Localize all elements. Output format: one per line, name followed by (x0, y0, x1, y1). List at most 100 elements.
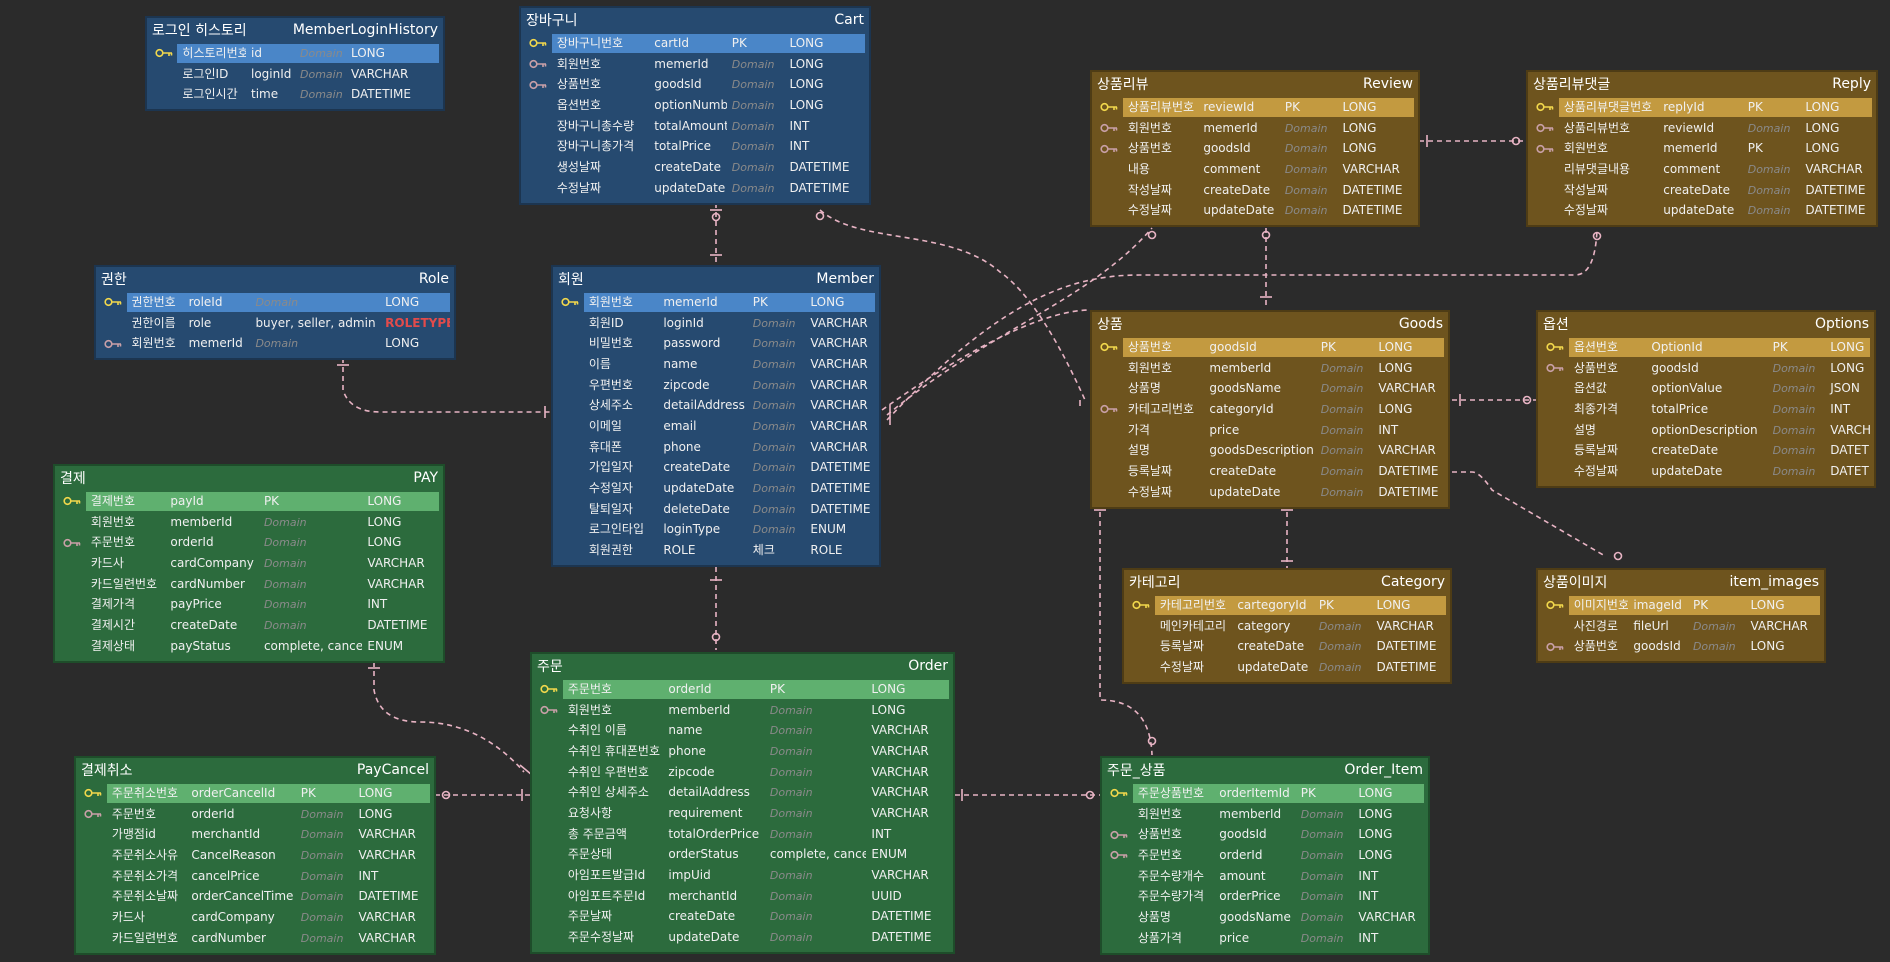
primary-key-row[interactable]: 이미지번호 imageId PK LONG (1542, 595, 1821, 616)
attribute-row[interactable]: 휴대폰 phone Domain VARCHAR (557, 437, 875, 458)
attribute-row[interactable]: 주문수량가격 orderPrice Domain INT (1106, 886, 1424, 907)
attribute-row[interactable]: 비밀번호 password Domain VARCHAR (557, 333, 875, 354)
primary-key-row[interactable]: 회원번호 memerId PK LONG (557, 292, 875, 313)
entity-cart[interactable]: 장바구니 Cart 장바구니번호 cartId PK LONG 회원번호 memerId Dom… (519, 6, 871, 205)
attribute-row[interactable]: 상품가격 price Domain INT (1106, 928, 1424, 949)
attribute-row[interactable]: 주문날짜 createDate Domain DATETIME (536, 907, 949, 928)
primary-key-row[interactable]: 주문상품번호 orderItemId PK LONG (1106, 783, 1424, 804)
attribute-row[interactable]: 상품번호 goodsId Domain LONG (1542, 358, 1870, 379)
attribute-row[interactable]: 회원번호 memerId Domain LONG (1096, 118, 1414, 139)
attribute-row[interactable]: 상세주소 detailAddress Domain VARCHAR (557, 395, 875, 416)
entity-loginhistory[interactable]: 로그인 히스토리 MemberLoginHistory 히스토리번호 id Domain… (145, 16, 445, 112)
attribute-row[interactable]: 리뷰댓글내용 comment Domain VARCHAR (1532, 159, 1872, 180)
attribute-row[interactable]: 주문번호 orderId Domain LONG (59, 532, 439, 553)
attribute-row[interactable]: 카드사 cardCompany Domain VARCHAR (80, 907, 430, 928)
attribute-row[interactable]: 가격 price Domain INT (1096, 420, 1444, 441)
attribute-row[interactable]: 수취인 휴대폰번호 phone Domain VARCHAR (536, 741, 949, 762)
attribute-row[interactable]: 내용 comment Domain VARCHAR (1096, 159, 1414, 180)
attribute-row[interactable]: 수정날짜 updateDate Domain DATETIME (1542, 461, 1870, 482)
primary-key-row[interactable]: 상품리뷰댓글번호 replyId PK LONG (1532, 97, 1872, 118)
attribute-row[interactable]: 회원번호 memerId Domain LONG (525, 54, 865, 75)
entity-role[interactable]: 권한 Role 권한번호 roleId Domain LONG 권한이름 role buyer,… (94, 265, 456, 361)
attribute-row[interactable]: 상품번호 goodsId Domain LONG (1096, 138, 1414, 159)
attribute-row[interactable]: 로그인시간 time Domain DATETIME (151, 84, 439, 105)
attribute-row[interactable]: 주문수정날짜 updateDate Domain DATETIME (536, 927, 949, 948)
attribute-row[interactable]: 옵션값 optionValue Domain JSON (1542, 378, 1870, 399)
attribute-row[interactable]: 주문취소가격 cancelPrice Domain INT (80, 866, 430, 887)
attribute-row[interactable]: 수취인 이름 name Domain VARCHAR (536, 720, 949, 741)
primary-key-row[interactable]: 상품번호 goodsId PK LONG (1096, 337, 1444, 358)
primary-key-row[interactable]: 결제번호 payId PK LONG (59, 491, 439, 512)
attribute-row[interactable]: 수정날짜 updateDate Domain DATETIME (1532, 200, 1872, 221)
attribute-row[interactable]: 회원번호 memberId Domain LONG (59, 512, 439, 533)
attribute-row[interactable]: 카드일련번호 cardNumber Domain VARCHAR (80, 928, 430, 949)
primary-key-row[interactable]: 히스토리번호 id Domain LONG (151, 43, 439, 64)
attribute-row[interactable]: 권한이름 role buyer, seller, admin ROLETYPE (100, 313, 450, 334)
attribute-row[interactable]: 설명 optionDescription Domain VARCHAR (1542, 420, 1870, 441)
primary-key-row[interactable]: 장바구니번호 cartId PK LONG (525, 33, 865, 54)
attribute-row[interactable]: 주문취소날짜 orderCancelTime Domain DATETIME (80, 886, 430, 907)
attribute-row[interactable]: 주문취소사유 CancelReason Domain VARCHAR (80, 845, 430, 866)
primary-key-row[interactable]: 카테고리번호 cartegoryId PK LONG (1128, 595, 1446, 616)
attribute-row[interactable]: 카드일련번호 cardNumber Domain VARCHAR (59, 574, 439, 595)
entity-goods[interactable]: 상품 Goods 상품번호 goodsId PK LONG 회원번호 memberId Doma… (1090, 310, 1450, 509)
attribute-row[interactable]: 메인카테고리 category Domain VARCHAR (1128, 616, 1446, 637)
attribute-row[interactable]: 생성날짜 createDate Domain DATETIME (525, 157, 865, 178)
attribute-row[interactable]: 주문수량개수 amount Domain INT (1106, 866, 1424, 887)
attribute-row[interactable]: 이름 name Domain VARCHAR (557, 354, 875, 375)
attribute-row[interactable]: 회원번호 memerId Domain LONG (100, 333, 450, 354)
attribute-row[interactable]: 로그인타입 loginType Domain ENUM (557, 520, 875, 541)
attribute-row[interactable]: 아임포트주문Id merchantId Domain UUID (536, 886, 949, 907)
attribute-row[interactable]: 수정날짜 updateDate Domain DATETIME (1128, 657, 1446, 678)
attribute-row[interactable]: 수정날짜 updateDate Domain DATETIME (1096, 200, 1414, 221)
attribute-row[interactable]: 등록날짜 createDate Domain DATETIME (1542, 440, 1870, 461)
attribute-row[interactable]: 아임포트발급Id impUid Domain VARCHAR (536, 865, 949, 886)
attribute-row[interactable]: 옵션번호 optionNumber Domain LONG (525, 95, 865, 116)
attribute-row[interactable]: 수취인 상세주소 detailAddress Domain VARCHAR (536, 782, 949, 803)
attribute-row[interactable]: 주문번호 orderId Domain LONG (1106, 845, 1424, 866)
attribute-row[interactable]: 요청사항 requirement Domain VARCHAR (536, 803, 949, 824)
attribute-row[interactable]: 수정날짜 updateDate Domain DATETIME (1096, 482, 1444, 503)
attribute-row[interactable]: 작성날짜 createDate Domain DATETIME (1096, 180, 1414, 201)
attribute-row[interactable]: 회원번호 memberId Domain LONG (1096, 358, 1444, 379)
entity-reply[interactable]: 상품리뷰댓글 Reply 상품리뷰댓글번호 replyId PK LONG 상품리뷰번호 re… (1526, 70, 1878, 228)
attribute-row[interactable]: 상품번호 goodsId Domain LONG (1106, 824, 1424, 845)
attribute-row[interactable]: 상품리뷰번호 reviewId Domain LONG (1532, 118, 1872, 139)
attribute-row[interactable]: 결제가격 payPrice Domain INT (59, 594, 439, 615)
attribute-row[interactable]: 장바구니총수량 totalAmount Domain INT (525, 116, 865, 137)
primary-key-row[interactable]: 옵션번호 OptionId PK LONG (1542, 337, 1870, 358)
primary-key-row[interactable]: 권한번호 roleId Domain LONG (100, 292, 450, 313)
entity-order[interactable]: 주문 Order 주문번호 orderId PK LONG 회원번호 memberId Doma… (530, 652, 955, 954)
primary-key-row[interactable]: 주문취소번호 orderCancelId PK LONG (80, 783, 431, 804)
attribute-row[interactable]: 등록날짜 createDate Domain DATETIME (1096, 461, 1444, 482)
entity-itemimages[interactable]: 상품이미지 item_images 이미지번호 imageId PK LONG 사진경로 fi… (1536, 568, 1826, 664)
entity-pay[interactable]: 결제 PAY 결제번호 payId PK LONG 회원번호 memberId Domain LO… (53, 464, 445, 663)
primary-key-row[interactable]: 주문번호 orderId PK LONG (536, 679, 950, 700)
attribute-row[interactable]: 상품명 goodsName Domain VARCHAR (1096, 378, 1444, 399)
attribute-row[interactable]: 사진경로 fileUrl Domain VARCHAR (1542, 616, 1820, 637)
attribute-row[interactable]: 우편번호 zipcode Domain VARCHAR (557, 375, 875, 396)
primary-key-row[interactable]: 상품리뷰번호 reviewId PK LONG (1096, 97, 1414, 118)
attribute-row[interactable]: 장바구니총가격 totalPrice Domain INT (525, 136, 865, 157)
attribute-row[interactable]: 회원번호 memberId Domain LONG (1106, 804, 1424, 825)
attribute-row[interactable]: 탈퇴일자 deleteDate Domain DATETIME (557, 499, 875, 520)
attribute-row[interactable]: 작성날짜 createDate Domain DATETIME (1532, 180, 1872, 201)
entity-options[interactable]: 옵션 Options 옵션번호 OptionId PK LONG 상품번호 goodsId Do… (1536, 310, 1876, 488)
attribute-row[interactable]: 수정날짜 updateDate Domain DATETIME (525, 178, 865, 199)
attribute-row[interactable]: 가입일자 createDate Domain DATETIME (557, 458, 875, 479)
entity-paycancel[interactable]: 결제취소 PayCancel 주문취소번호 orderCancelId PK LONG 주문… (74, 756, 436, 955)
attribute-row[interactable]: 이메일 email Domain VARCHAR (557, 416, 875, 437)
attribute-row[interactable]: 로그인ID loginId Domain VARCHAR (151, 64, 439, 85)
attribute-row[interactable]: 결제상태 payStatus complete, cancel ENUM (59, 636, 439, 657)
attribute-row[interactable]: 등록날짜 createDate Domain DATETIME (1128, 636, 1446, 657)
attribute-row[interactable]: 상품번호 goodsId Domain LONG (525, 74, 865, 95)
entity-category[interactable]: 카테고리 Category 카테고리번호 cartegoryId PK LONG 메인카테고… (1122, 568, 1452, 684)
attribute-row[interactable]: 총 주문금액 totalOrderPrice Domain INT (536, 824, 949, 845)
attribute-row[interactable]: 설명 goodsDescription Domain VARCHAR (1096, 440, 1444, 461)
attribute-row[interactable]: 회원ID loginId Domain VARCHAR (557, 313, 875, 334)
attribute-row[interactable]: 회원권한 ROLE 체크 ROLE (557, 540, 875, 561)
attribute-row[interactable]: 카드사 cardCompany Domain VARCHAR (59, 553, 439, 574)
attribute-row[interactable]: 상품번호 goodsId Domain LONG (1542, 636, 1820, 657)
attribute-row[interactable]: 수취인 우편번호 zipcode Domain VARCHAR (536, 762, 949, 783)
attribute-row[interactable]: 가맹점id merchantId Domain VARCHAR (80, 824, 430, 845)
